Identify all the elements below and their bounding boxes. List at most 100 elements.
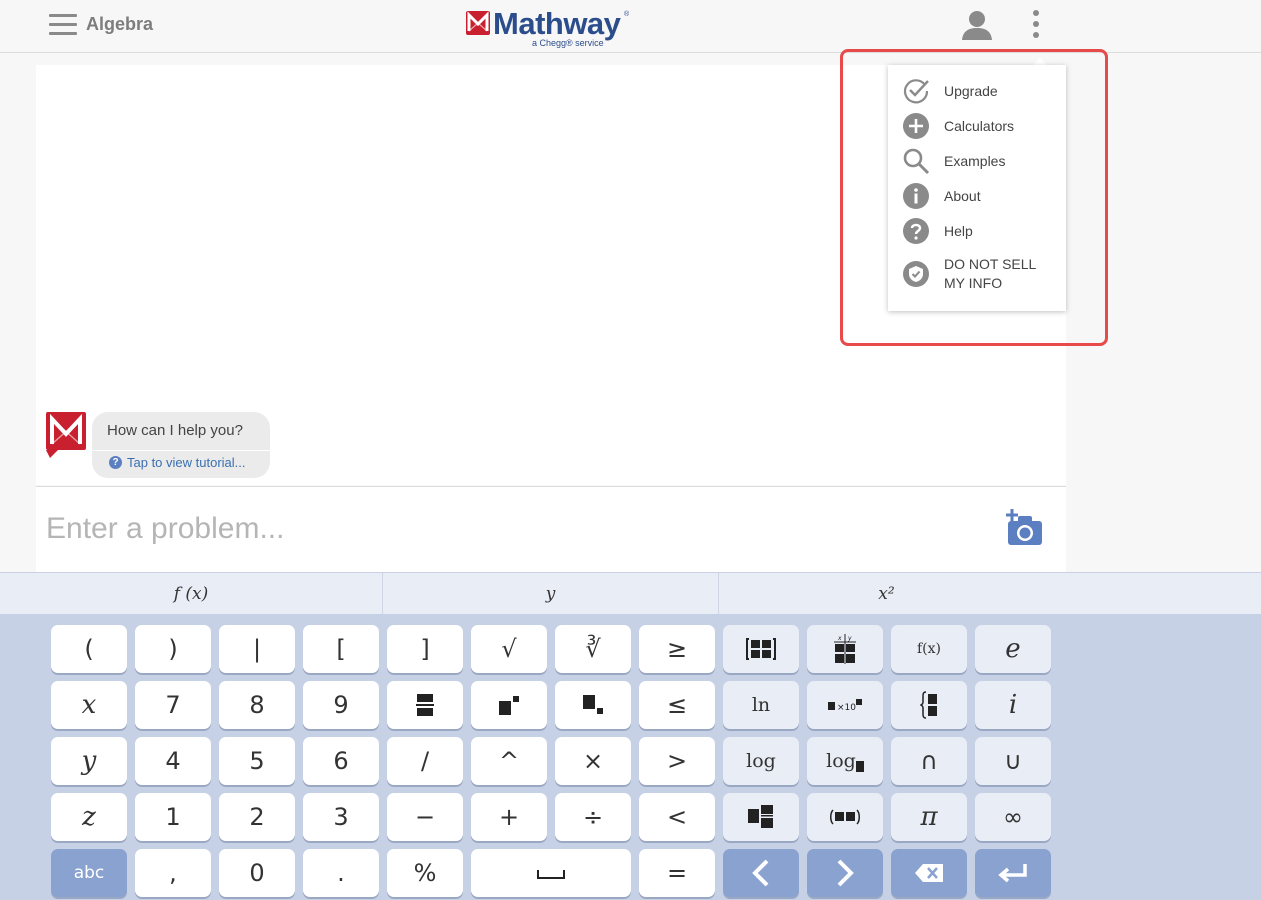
key-cursor-left[interactable] xyxy=(723,849,799,897)
key-minus[interactable]: − xyxy=(387,793,463,841)
logo-tagline: a Chegg® service xyxy=(532,38,604,48)
key-euler[interactable]: e xyxy=(975,625,1051,673)
key-y[interactable]: y xyxy=(51,737,127,785)
camera-upload-icon[interactable] xyxy=(1004,507,1046,547)
tab-exponents[interactable]: x² xyxy=(719,573,1054,615)
key-pi[interactable]: π xyxy=(891,793,967,841)
menu-label-calculators: Calculators xyxy=(944,117,1015,134)
key-2[interactable]: 2 xyxy=(219,793,295,841)
key-fraction[interactable] xyxy=(387,681,463,729)
key-intersection[interactable]: ∩ xyxy=(891,737,967,785)
key-ln[interactable]: ln xyxy=(723,681,799,729)
options-menu: Upgrade Calculators Examples About Help … xyxy=(888,65,1066,311)
key-infinity[interactable]: ∞ xyxy=(975,793,1051,841)
key-ordered-pair[interactable] xyxy=(807,793,883,841)
key-close-bracket[interactable]: ] xyxy=(387,625,463,673)
key-percent[interactable]: % xyxy=(387,849,463,897)
key-matrix[interactable] xyxy=(723,625,799,673)
menu-hamburger-icon[interactable] xyxy=(49,14,77,36)
subject-selector[interactable]: Algebra xyxy=(86,14,153,35)
mathway-logo[interactable]: Mathway ® a Chegg® service xyxy=(466,6,636,49)
problem-input[interactable] xyxy=(46,509,946,549)
key-0[interactable]: 0 xyxy=(219,849,295,897)
key-6[interactable]: 6 xyxy=(303,737,379,785)
plus-circle-icon xyxy=(903,113,929,139)
chevron-right-icon xyxy=(837,859,854,887)
key-union[interactable]: ∪ xyxy=(975,737,1051,785)
math-keyboard: ( ) | [ ] √ ∛ ≥ xy f(x) e x 7 8 9 ≤ ln ×… xyxy=(0,614,1261,900)
key-7[interactable]: 7 xyxy=(135,681,211,729)
chat-bubble: How can I help you? ? Tap to view tutori… xyxy=(92,412,270,478)
key-less-equal[interactable]: ≤ xyxy=(639,681,715,729)
key-z[interactable]: z xyxy=(51,793,127,841)
key-enter[interactable] xyxy=(975,849,1051,897)
key-log-base[interactable]: log xyxy=(807,737,883,785)
key-abc[interactable]: abc xyxy=(51,849,127,897)
key-close-paren[interactable]: ) xyxy=(135,625,211,673)
keyboard-tabs: f (x) y x² xyxy=(0,572,1261,615)
backspace-icon xyxy=(915,864,943,882)
enter-icon xyxy=(998,864,1027,883)
key-cursor-right[interactable] xyxy=(807,849,883,897)
menu-item-upgrade[interactable]: Upgrade xyxy=(902,77,998,105)
key-less-than[interactable]: < xyxy=(639,793,715,841)
key-caret[interactable]: ^ xyxy=(471,737,547,785)
menu-label-upgrade: Upgrade xyxy=(944,82,998,99)
key-greater-equal[interactable]: ≥ xyxy=(639,625,715,673)
key-imaginary[interactable]: i xyxy=(975,681,1051,729)
menu-item-calculators[interactable]: Calculators xyxy=(902,112,1014,140)
key-4[interactable]: 4 xyxy=(135,737,211,785)
key-1[interactable]: 1 xyxy=(135,793,211,841)
menu-label-do-not-sell-line1: DO NOT SELL xyxy=(944,256,1037,272)
ordered-pair-icon xyxy=(830,809,860,825)
key-backspace[interactable] xyxy=(891,849,967,897)
key-absolute-value[interactable]: | xyxy=(219,625,295,673)
key-slash[interactable]: / xyxy=(387,737,463,785)
fraction-icon xyxy=(416,694,434,716)
tutorial-link[interactable]: ? Tap to view tutorial... xyxy=(109,455,246,470)
key-9[interactable]: 9 xyxy=(303,681,379,729)
key-multiply[interactable]: × xyxy=(555,737,631,785)
chevron-left-icon xyxy=(752,859,769,887)
key-scientific-notation[interactable]: ×10 xyxy=(807,681,883,729)
user-account-icon[interactable] xyxy=(961,9,993,41)
menu-label-do-not-sell-line2: MY INFO xyxy=(944,275,1003,291)
svg-text:y: y xyxy=(847,635,852,642)
key-subscript[interactable] xyxy=(555,681,631,729)
svg-text:x: x xyxy=(837,635,842,642)
key-space[interactable] xyxy=(471,849,631,897)
key-mixed-number[interactable] xyxy=(723,793,799,841)
tab-variables[interactable]: y xyxy=(383,573,719,615)
tab-functions[interactable]: f (x) xyxy=(0,573,383,615)
key-piecewise[interactable] xyxy=(891,681,967,729)
key-log[interactable]: log xyxy=(723,737,799,785)
key-square-root[interactable]: √ xyxy=(471,625,547,673)
key-greater-than[interactable]: > xyxy=(639,737,715,785)
menu-item-about[interactable]: About xyxy=(902,182,981,210)
key-3[interactable]: 3 xyxy=(303,793,379,841)
key-open-paren[interactable]: ( xyxy=(51,625,127,673)
key-divide[interactable]: ÷ xyxy=(555,793,631,841)
key-open-bracket[interactable]: [ xyxy=(303,625,379,673)
key-8[interactable]: 8 xyxy=(219,681,295,729)
key-5[interactable]: 5 xyxy=(219,737,295,785)
key-table[interactable]: xy xyxy=(807,625,883,673)
key-function[interactable]: f(x) xyxy=(891,625,967,673)
key-comma[interactable]: , xyxy=(135,849,211,897)
menu-label-examples: Examples xyxy=(944,152,1006,169)
superscript-icon xyxy=(499,696,519,715)
key-x[interactable]: x xyxy=(51,681,127,729)
key-plus[interactable]: + xyxy=(471,793,547,841)
key-equals[interactable]: = xyxy=(639,849,715,897)
more-options-icon[interactable] xyxy=(1026,10,1046,42)
key-decimal[interactable]: . xyxy=(303,849,379,897)
problem-input-row xyxy=(36,486,1066,572)
menu-item-examples[interactable]: Examples xyxy=(902,147,1005,175)
key-nth-root[interactable]: ∛ xyxy=(555,625,631,673)
help-circle-icon: ? xyxy=(109,456,122,469)
key-superscript[interactable] xyxy=(471,681,547,729)
menu-item-help[interactable]: Help xyxy=(902,217,973,245)
space-icon xyxy=(537,870,565,879)
menu-item-do-not-sell[interactable]: DO NOT SELL MY INFO xyxy=(902,255,1036,293)
log-base-label: log xyxy=(826,750,856,772)
